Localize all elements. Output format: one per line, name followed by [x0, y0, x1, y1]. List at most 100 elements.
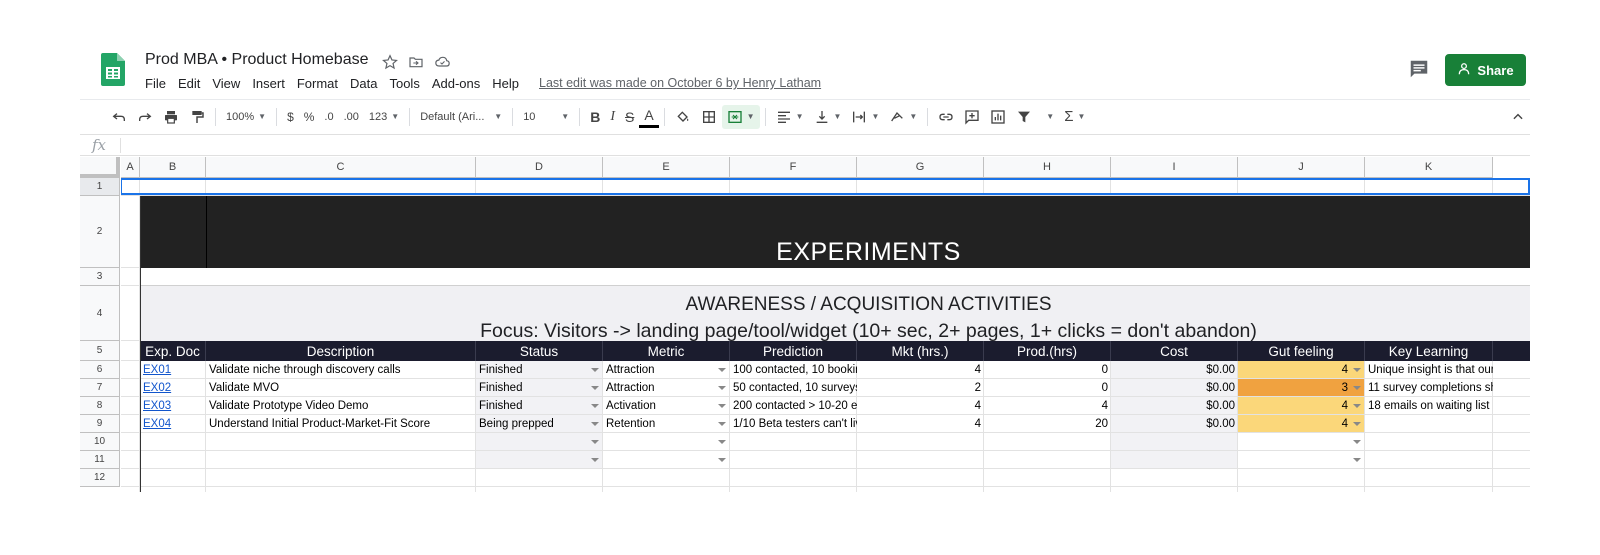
mkt-cell[interactable]: 4	[857, 397, 984, 415]
prod-cell[interactable]	[984, 433, 1111, 451]
row-header-12[interactable]: 12	[80, 469, 120, 487]
desc-cell[interactable]: Validate niche through discovery calls	[206, 361, 476, 379]
gut-cell[interactable]: 3	[1238, 379, 1351, 397]
row-header-3[interactable]: 3	[80, 268, 120, 286]
prediction-cell[interactable]: 50 contacted, 10 surveys	[730, 379, 857, 397]
metric-cell[interactable]: Activation	[603, 397, 716, 415]
header-cell-mkt-hrs[interactable]: Mkt (hrs.)	[857, 341, 984, 361]
exp-doc-link[interactable]	[140, 433, 206, 451]
header-cell-status[interactable]: Status	[476, 341, 603, 361]
strikethrough-button[interactable]: S	[620, 105, 639, 129]
gut-cell[interactable]	[1238, 433, 1351, 451]
prod-cell[interactable]: 20	[984, 415, 1111, 433]
mkt-cell[interactable]: 2	[857, 379, 984, 397]
mkt-cell[interactable]	[857, 433, 984, 451]
gut-cell[interactable]: 4	[1238, 397, 1351, 415]
vertical-align-icon[interactable]: ▼	[809, 105, 847, 129]
dropdown-arrow-icon[interactable]	[591, 458, 599, 462]
row-header-1[interactable]: 1	[80, 178, 120, 196]
exp-doc-link[interactable]	[140, 451, 206, 469]
exp-doc-link[interactable]: EX01	[140, 361, 206, 379]
row-header-10[interactable]: 10	[80, 433, 120, 451]
menu-edit[interactable]: Edit	[178, 76, 200, 91]
gut-cell[interactable]: 4	[1238, 361, 1351, 379]
cost-cell[interactable]: $0.00	[1111, 397, 1238, 415]
dropdown-arrow-icon[interactable]	[1353, 440, 1361, 444]
column-header-f[interactable]: F	[730, 157, 857, 178]
prod-cell[interactable]: 4	[984, 397, 1111, 415]
metric-cell[interactable]	[603, 433, 716, 451]
menu-format[interactable]: Format	[297, 76, 338, 91]
undo-icon[interactable]	[106, 105, 132, 129]
desc-cell[interactable]: Understand Initial Product-Market-Fit Sc…	[206, 415, 476, 433]
dropdown-arrow-icon[interactable]	[718, 422, 726, 426]
header-cell-prod-hrs[interactable]: Prod.(hrs)	[984, 341, 1111, 361]
menu-help[interactable]: Help	[492, 76, 519, 91]
collapse-toolbar-icon[interactable]	[1506, 105, 1530, 129]
desc-cell[interactable]	[206, 451, 476, 469]
dropdown-arrow-icon[interactable]	[591, 422, 599, 426]
column-header-e[interactable]: E	[603, 157, 730, 178]
learning-cell[interactable]	[1365, 433, 1493, 451]
header-cell-prediction[interactable]: Prediction	[730, 341, 857, 361]
prediction-cell[interactable]	[730, 451, 857, 469]
exp-doc-link[interactable]: EX03	[140, 397, 206, 415]
mkt-cell[interactable]: 4	[857, 361, 984, 379]
column-header-g[interactable]: G	[857, 157, 984, 178]
row-header-5[interactable]: 5	[80, 341, 120, 361]
desc-cell[interactable]: Validate MVO	[206, 379, 476, 397]
experiments-title[interactable]: EXPERIMENTS	[207, 238, 1530, 267]
sheets-logo-icon[interactable]	[101, 53, 125, 86]
header-cell-exp-doc[interactable]: Exp. Doc	[140, 341, 206, 361]
italic-button[interactable]: I	[605, 105, 620, 129]
status-cell[interactable]: Finished	[476, 379, 589, 397]
metric-cell[interactable]	[603, 451, 716, 469]
prod-cell[interactable]: 0	[984, 379, 1111, 397]
menu-insert[interactable]: Insert	[252, 76, 285, 91]
paint-format-icon[interactable]	[184, 105, 210, 129]
document-title[interactable]: Prod MBA • Product Homebase	[145, 51, 368, 69]
header-cell-metric[interactable]: Metric	[603, 341, 730, 361]
select-all-corner[interactable]	[80, 157, 120, 178]
menu-view[interactable]: View	[212, 76, 240, 91]
mkt-cell[interactable]: 4	[857, 415, 984, 433]
dropdown-arrow-icon[interactable]	[1353, 422, 1361, 426]
prod-cell[interactable]: 0	[984, 361, 1111, 379]
row-header-2[interactable]: 2	[80, 196, 120, 268]
desc-cell[interactable]	[206, 433, 476, 451]
menu-file[interactable]: File	[145, 76, 166, 91]
column-header-c[interactable]: C	[206, 157, 476, 178]
redo-icon[interactable]	[132, 105, 158, 129]
currency-format-button[interactable]: $	[282, 105, 299, 129]
dropdown-arrow-icon[interactable]	[591, 404, 599, 408]
row-header-6[interactable]: 6	[80, 361, 120, 379]
dropdown-arrow-icon[interactable]	[1353, 386, 1361, 390]
gut-cell[interactable]: 4	[1238, 415, 1351, 433]
exp-doc-link[interactable]: EX02	[140, 379, 206, 397]
dropdown-arrow-icon[interactable]	[718, 368, 726, 372]
prediction-cell[interactable]: 200 contacted > 10-20 er	[730, 397, 857, 415]
column-header-i[interactable]: I	[1111, 157, 1238, 178]
menu-data[interactable]: Data	[350, 76, 377, 91]
text-wrapping-icon[interactable]: ▼	[846, 105, 884, 129]
header-cell-cost[interactable]: Cost	[1111, 341, 1238, 361]
borders-icon[interactable]	[696, 105, 722, 129]
cost-cell[interactable]: $0.00	[1111, 415, 1238, 433]
fill-color-icon[interactable]	[670, 105, 696, 129]
prediction-cell[interactable]: 100 contacted, 10 bookin	[730, 361, 857, 379]
header-cell-gut-feeling[interactable]: Gut feeling	[1238, 341, 1365, 361]
column-header-h[interactable]: H	[984, 157, 1111, 178]
zoom-select[interactable]: 100% ▼	[221, 105, 271, 129]
learning-cell[interactable]	[1365, 415, 1493, 433]
focus-text[interactable]: Focus: Visitors -> landing page/tool/wid…	[207, 320, 1530, 343]
learning-cell[interactable]: Unique insight is that our	[1365, 361, 1493, 379]
dropdown-arrow-icon[interactable]	[718, 458, 726, 462]
cost-cell[interactable]: $0.00	[1111, 361, 1238, 379]
cost-cell[interactable]: $0.00	[1111, 379, 1238, 397]
dropdown-arrow-icon[interactable]	[718, 404, 726, 408]
last-edit-link[interactable]: Last edit was made on October 6 by Henry…	[539, 76, 821, 91]
dropdown-arrow-icon[interactable]	[718, 440, 726, 444]
filter-icon[interactable]	[1011, 105, 1037, 129]
column-header-j[interactable]: J	[1238, 157, 1365, 178]
learning-cell[interactable]	[1365, 451, 1493, 469]
